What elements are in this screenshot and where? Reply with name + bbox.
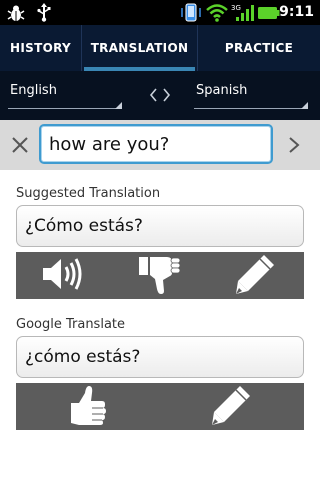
suggested-translation-text[interactable]: ¿Cómo estás? — [16, 205, 304, 247]
edit-button[interactable] — [208, 252, 304, 299]
thumbs-down-icon — [137, 253, 183, 299]
source-language-label: English — [10, 83, 57, 98]
battery-icon — [258, 3, 280, 22]
signal-3g-icon: 3G — [231, 3, 255, 22]
wifi-icon — [205, 3, 229, 22]
tab-history[interactable]: HISTORY — [0, 25, 82, 71]
tab-bar: HISTORY TRANSLATION PRACTICE — [0, 25, 320, 71]
thumbs-down-button[interactable] — [112, 252, 208, 299]
google-translation-text[interactable]: ¿cómo estás? — [16, 336, 304, 378]
vibrate-icon — [180, 3, 202, 22]
tab-translation[interactable]: TRANSLATION — [82, 25, 198, 71]
swap-languages-icon[interactable] — [147, 85, 173, 105]
thumbs-up-icon — [67, 383, 109, 431]
svg-text:3G: 3G — [231, 4, 241, 12]
speaker-icon — [41, 255, 87, 297]
suggested-actions-bar — [16, 252, 304, 299]
suggested-translation-label: Suggested Translation — [16, 186, 161, 201]
usb-icon — [34, 3, 54, 22]
tab-translation-label: TRANSLATION — [90, 41, 189, 55]
clear-icon[interactable] — [8, 133, 32, 157]
google-actions-bar — [16, 383, 304, 430]
target-language-label: Spanish — [196, 83, 248, 98]
search-input[interactable] — [39, 124, 273, 164]
status-bar: 3G 9:11 — [0, 0, 320, 25]
google-translate-label: Google Translate — [16, 317, 126, 332]
chevron-right-icon[interactable] — [284, 133, 304, 157]
tab-practice-label: PRACTICE — [224, 41, 294, 55]
speak-button[interactable] — [16, 252, 112, 299]
bug-icon — [6, 3, 26, 22]
spinner-corner-icon — [115, 102, 122, 109]
target-language-spinner[interactable]: Spanish — [194, 83, 308, 109]
clock: 9:11 — [279, 4, 314, 20]
pencil-icon — [210, 383, 254, 431]
thumbs-up-button[interactable] — [16, 383, 160, 430]
tab-practice[interactable]: PRACTICE — [198, 25, 320, 71]
spinner-underline — [194, 108, 308, 109]
input-row — [0, 120, 320, 170]
edit-button[interactable] — [160, 383, 304, 430]
source-language-spinner[interactable]: English — [8, 83, 122, 109]
tab-history-label: HISTORY — [10, 41, 71, 55]
pencil-icon — [234, 252, 278, 300]
spinner-underline — [8, 108, 122, 109]
spinner-corner-icon — [301, 102, 308, 109]
